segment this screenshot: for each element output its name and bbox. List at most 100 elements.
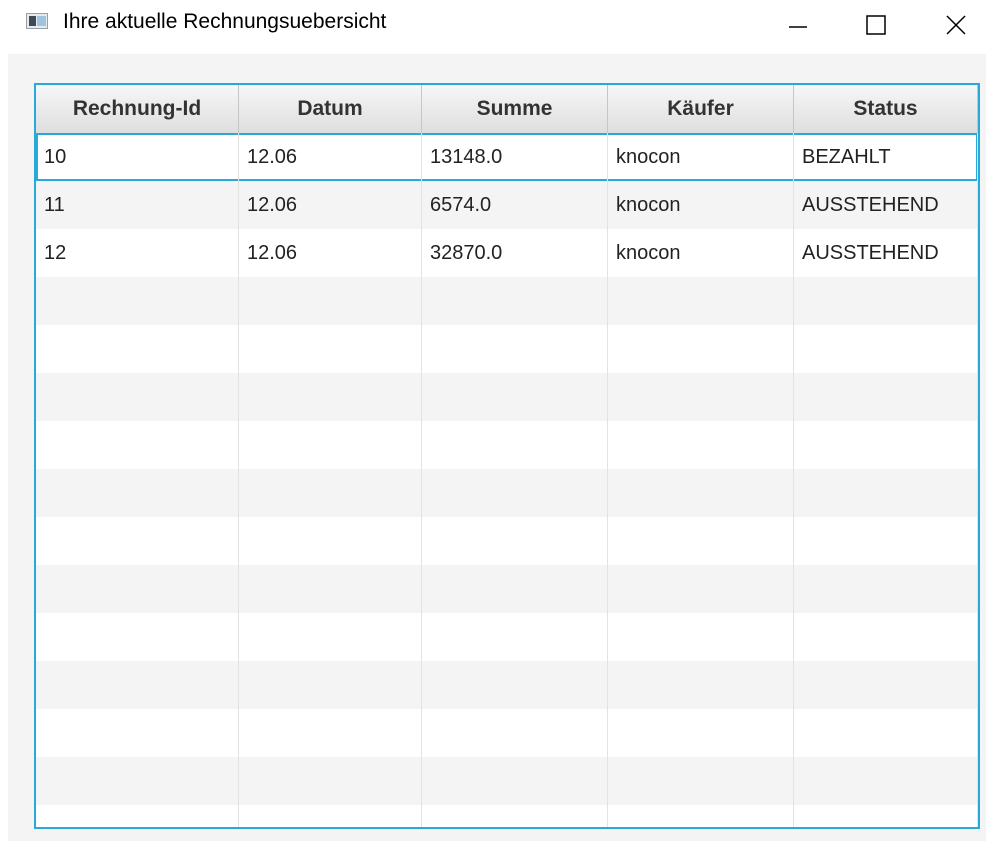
table-cell bbox=[239, 277, 422, 325]
table-cell bbox=[422, 325, 608, 373]
table-cell bbox=[239, 757, 422, 805]
empty-table-row[interactable] bbox=[36, 277, 978, 325]
table-cell bbox=[36, 421, 239, 469]
table-cell bbox=[36, 277, 239, 325]
table-cell bbox=[608, 757, 794, 805]
table-cell bbox=[794, 805, 978, 827]
table-cell bbox=[608, 277, 794, 325]
table-cell: 10 bbox=[36, 133, 239, 181]
column-header[interactable]: Rechnung-Id bbox=[36, 85, 239, 133]
minimize-button[interactable] bbox=[768, 0, 828, 50]
table-cell: 12 bbox=[36, 229, 239, 277]
table-cell bbox=[422, 757, 608, 805]
empty-table-row[interactable] bbox=[36, 469, 978, 517]
table-cell bbox=[422, 517, 608, 565]
table-cell bbox=[239, 805, 422, 827]
table-cell bbox=[422, 709, 608, 757]
table-cell: 13148.0 bbox=[422, 133, 608, 181]
table-cell: BEZAHLT bbox=[794, 133, 978, 181]
table-cell bbox=[608, 421, 794, 469]
column-header[interactable]: Käufer bbox=[608, 85, 794, 133]
empty-table-row[interactable] bbox=[36, 325, 978, 373]
table-cell bbox=[794, 373, 978, 421]
table-cell bbox=[36, 373, 239, 421]
maximize-button[interactable] bbox=[846, 0, 906, 50]
table-cell bbox=[239, 421, 422, 469]
table-cell bbox=[239, 613, 422, 661]
table-cell: AUSSTEHEND bbox=[794, 181, 978, 229]
table-cell bbox=[608, 805, 794, 827]
table-cell: 12.06 bbox=[239, 181, 422, 229]
table-cell bbox=[422, 613, 608, 661]
table-cell bbox=[794, 325, 978, 373]
table-cell: 6574.0 bbox=[422, 181, 608, 229]
table-cell bbox=[422, 805, 608, 827]
column-header[interactable]: Datum bbox=[239, 85, 422, 133]
table-cell bbox=[794, 517, 978, 565]
table-cell bbox=[608, 709, 794, 757]
table-cell: 11 bbox=[36, 181, 239, 229]
table-cell bbox=[608, 469, 794, 517]
column-header[interactable]: Summe bbox=[422, 85, 608, 133]
empty-table-row[interactable] bbox=[36, 613, 978, 661]
invoice-table[interactable]: Rechnung-Id Datum Summe Käufer Status 10 12.0… bbox=[34, 83, 980, 829]
table-row[interactable]: 11 12.06 6574.0 knocon AUSSTEHEND bbox=[36, 181, 978, 229]
table-row[interactable]: 10 12.06 13148.0 knocon BEZAHLT bbox=[36, 133, 978, 181]
table-cell bbox=[36, 325, 239, 373]
table-cell bbox=[239, 565, 422, 613]
table-cell bbox=[422, 373, 608, 421]
table-cell bbox=[36, 709, 239, 757]
table-cell bbox=[36, 517, 239, 565]
table-cell bbox=[794, 421, 978, 469]
table-cell bbox=[239, 325, 422, 373]
minimize-icon bbox=[789, 26, 807, 28]
table-cell bbox=[608, 661, 794, 709]
table-cell bbox=[422, 469, 608, 517]
table-cell: knocon bbox=[608, 229, 794, 277]
table-cell bbox=[239, 661, 422, 709]
title-bar[interactable]: Ihre aktuelle Rechnungsuebersicht bbox=[0, 0, 986, 50]
table-cell bbox=[608, 373, 794, 421]
table-cell: knocon bbox=[608, 133, 794, 181]
table-cell bbox=[239, 373, 422, 421]
table-cell: 12.06 bbox=[239, 229, 422, 277]
table-cell bbox=[36, 661, 239, 709]
empty-table-row[interactable] bbox=[36, 565, 978, 613]
maximize-icon bbox=[866, 15, 886, 35]
app-icon bbox=[26, 13, 48, 29]
table-cell bbox=[36, 565, 239, 613]
table-cell: AUSSTEHEND bbox=[794, 229, 978, 277]
table-cell bbox=[239, 469, 422, 517]
empty-table-row[interactable] bbox=[36, 421, 978, 469]
table-cell bbox=[794, 757, 978, 805]
table-header: Rechnung-Id Datum Summe Käufer Status bbox=[36, 85, 978, 134]
table-cell bbox=[239, 517, 422, 565]
table-cell bbox=[36, 805, 239, 827]
table-cell bbox=[36, 757, 239, 805]
table-row[interactable]: 12 12.06 32870.0 knocon AUSSTEHEND bbox=[36, 229, 978, 277]
empty-table-row[interactable] bbox=[36, 709, 978, 757]
table-cell: 32870.0 bbox=[422, 229, 608, 277]
empty-table-row[interactable] bbox=[36, 517, 978, 565]
table-cell bbox=[608, 613, 794, 661]
empty-table-row[interactable] bbox=[36, 805, 978, 827]
window-title: Ihre aktuelle Rechnungsuebersicht bbox=[63, 10, 387, 33]
close-button[interactable] bbox=[926, 0, 986, 50]
table-cell bbox=[422, 661, 608, 709]
table-cell bbox=[794, 277, 978, 325]
empty-table-row[interactable] bbox=[36, 373, 978, 421]
empty-table-row[interactable] bbox=[36, 757, 978, 805]
table-cell bbox=[608, 565, 794, 613]
empty-table-row[interactable] bbox=[36, 661, 978, 709]
table-cell bbox=[794, 661, 978, 709]
table-cell bbox=[239, 709, 422, 757]
table-cell bbox=[608, 325, 794, 373]
table-cell bbox=[36, 613, 239, 661]
table-cell bbox=[794, 709, 978, 757]
column-header[interactable]: Status bbox=[794, 85, 978, 133]
table-cell bbox=[608, 517, 794, 565]
table-cell bbox=[794, 469, 978, 517]
table-cell bbox=[422, 565, 608, 613]
table-cell bbox=[36, 469, 239, 517]
table-cell: knocon bbox=[608, 181, 794, 229]
